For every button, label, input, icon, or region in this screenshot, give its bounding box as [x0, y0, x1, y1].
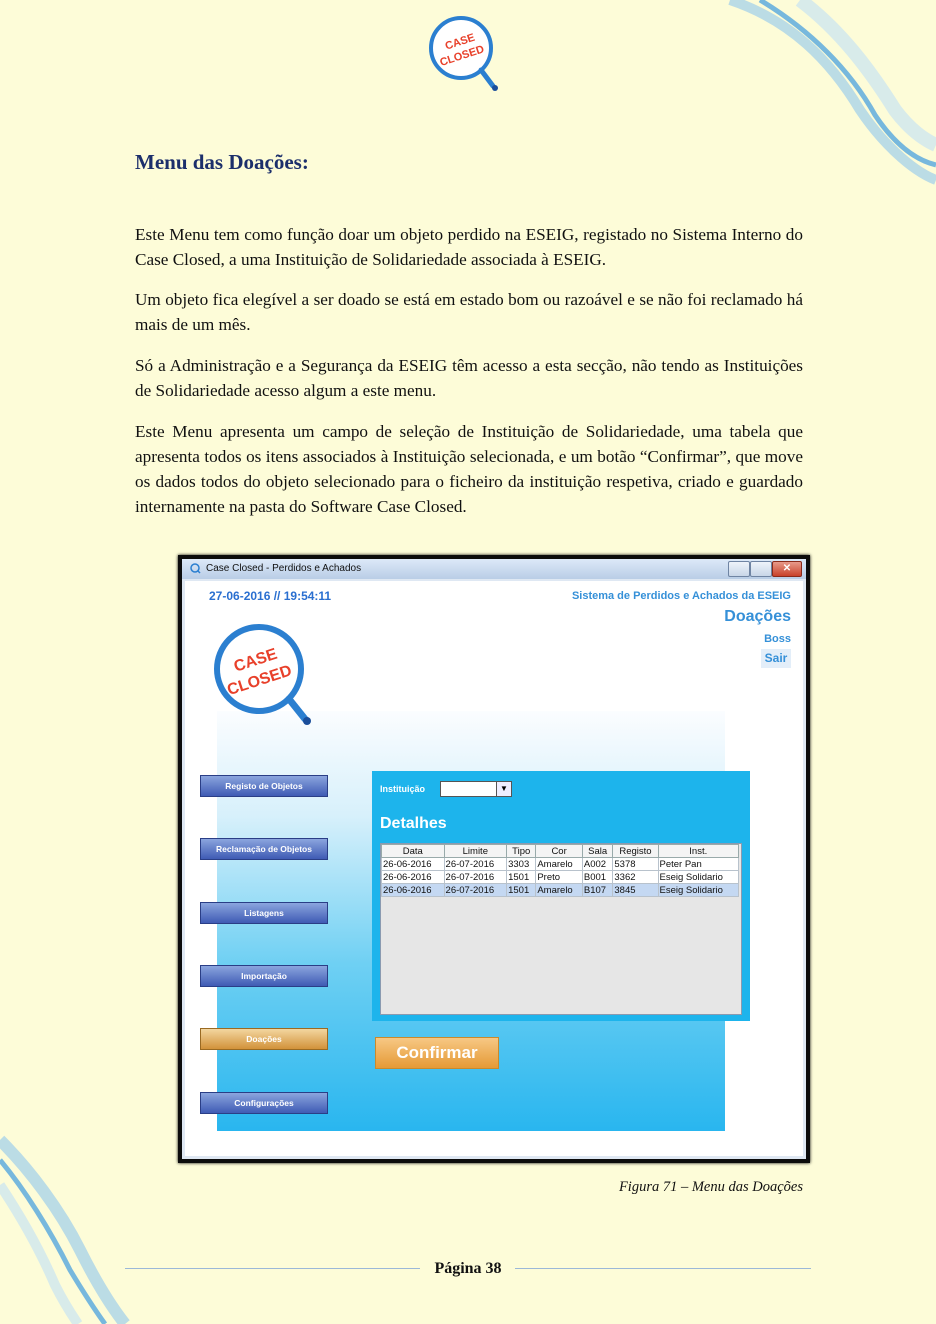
- page-number: Página 38: [434, 1260, 502, 1277]
- app-small-icon: [190, 563, 201, 574]
- table-cell: A002: [581, 857, 614, 871]
- menu-listagens[interactable]: Listagens: [200, 902, 328, 924]
- table-header-row: Data Limite Tipo Cor Sala Registo Inst.: [381, 844, 739, 858]
- table-row-selected[interactable]: 26-06-2016 26-07-2016 1501 Amarelo B107 …: [381, 883, 739, 897]
- app-window-figure: Case Closed - Perdidos e Achados ✕ 27-06…: [178, 555, 810, 1163]
- wave-decoration-top-right: [728, 0, 936, 185]
- case-closed-logo: CASE CLOSED: [429, 16, 498, 91]
- minimize-button[interactable]: [728, 561, 750, 577]
- page-name: Doações: [724, 608, 791, 625]
- table-row[interactable]: 26-06-2016 26-07-2016 1501 Preto B001 33…: [381, 870, 739, 884]
- table-cell: Preto: [535, 870, 583, 884]
- app-case-closed-logo: CASE CLOSED: [214, 624, 311, 725]
- logout-button[interactable]: Sair: [761, 649, 791, 668]
- figure-caption: Figura 71 – Menu das Doações: [618, 1179, 803, 1195]
- user-name: Boss: [764, 633, 791, 645]
- table-cell: Eseig Solidario: [657, 870, 739, 884]
- table-cell: 26-06-2016: [381, 870, 445, 884]
- table-cell: 26-07-2016: [443, 870, 508, 884]
- maximize-button[interactable]: [750, 561, 772, 577]
- table-cell: 1501: [506, 870, 537, 884]
- close-button[interactable]: ✕: [772, 561, 802, 577]
- table-cell: 5378: [612, 857, 659, 871]
- column-header[interactable]: Inst.: [657, 844, 739, 858]
- wave-decoration-bottom-left: [0, 1135, 130, 1324]
- table-cell: Peter Pan: [657, 857, 739, 871]
- table-cell: 3303: [506, 857, 537, 871]
- table-cell: 26-06-2016: [381, 857, 445, 871]
- column-header[interactable]: Cor: [535, 844, 583, 858]
- paragraph-description: Este Menu apresenta um campo de seleção …: [135, 422, 803, 516]
- table-cell: B001: [581, 870, 614, 884]
- table-cell: Amarelo: [535, 883, 583, 897]
- column-header[interactable]: Data: [381, 844, 445, 858]
- app-client-area: 27-06-2016 // 19:54:11 Sistema de Perdid…: [185, 581, 803, 1156]
- table-cell: 26-06-2016: [381, 883, 445, 897]
- menu-importacao[interactable]: Importação: [200, 965, 328, 987]
- paragraph-eligibility: Um objeto fica elegível a ser doado se e…: [135, 290, 803, 334]
- confirm-button[interactable]: Confirmar: [375, 1037, 499, 1069]
- column-header[interactable]: Tipo: [506, 844, 537, 858]
- table-cell: Eseig Solidario: [657, 883, 739, 897]
- table-cell: 3362: [612, 870, 659, 884]
- table-cell: Amarelo: [535, 857, 583, 871]
- column-header[interactable]: Registo: [612, 844, 659, 858]
- institution-label: Instituição: [380, 784, 426, 794]
- window-titlebar: Case Closed - Perdidos e Achados ✕: [182, 559, 806, 579]
- donation-panel: Instituição ▼ Detalhes Data Limite Tipo …: [372, 771, 750, 1021]
- menu-doacoes[interactable]: Doações: [200, 1028, 328, 1050]
- institution-select[interactable]: ▼: [440, 781, 512, 797]
- table-cell: B107: [581, 883, 614, 897]
- table-cell: 26-07-2016: [443, 857, 508, 871]
- column-header[interactable]: Sala: [581, 844, 614, 858]
- menu-registo-objetos[interactable]: Registo de Objetos: [200, 775, 328, 797]
- system-title: Sistema de Perdidos e Achados da ESEIG: [571, 590, 791, 602]
- menu-reclamacao-objetos[interactable]: Reclamação de Objetos: [200, 838, 328, 860]
- paragraph-access: Só a Administração e a Segurança da ESEI…: [135, 356, 803, 400]
- window-title: Case Closed - Perdidos e Achados: [206, 563, 362, 574]
- table-cell: 1501: [506, 883, 537, 897]
- details-title: Detalhes: [380, 815, 447, 832]
- items-table: Data Limite Tipo Cor Sala Registo Inst.: [381, 844, 739, 897]
- datetime-display: 27-06-2016 // 19:54:11: [209, 589, 332, 603]
- table-cell: 26-07-2016: [443, 883, 508, 897]
- column-header[interactable]: Limite: [443, 844, 508, 858]
- chevron-down-icon[interactable]: ▼: [496, 782, 511, 796]
- table-row[interactable]: 26-06-2016 26-07-2016 3303 Amarelo A002 …: [381, 857, 739, 871]
- menu-configuracoes[interactable]: Configurações: [200, 1092, 328, 1114]
- paragraph-function: Este Menu tem como função doar um objeto…: [135, 225, 803, 269]
- section-title: Menu das Doações:: [135, 150, 309, 174]
- items-table-container[interactable]: Data Limite Tipo Cor Sala Registo Inst.: [380, 843, 742, 1015]
- table-cell: 3845: [612, 883, 659, 897]
